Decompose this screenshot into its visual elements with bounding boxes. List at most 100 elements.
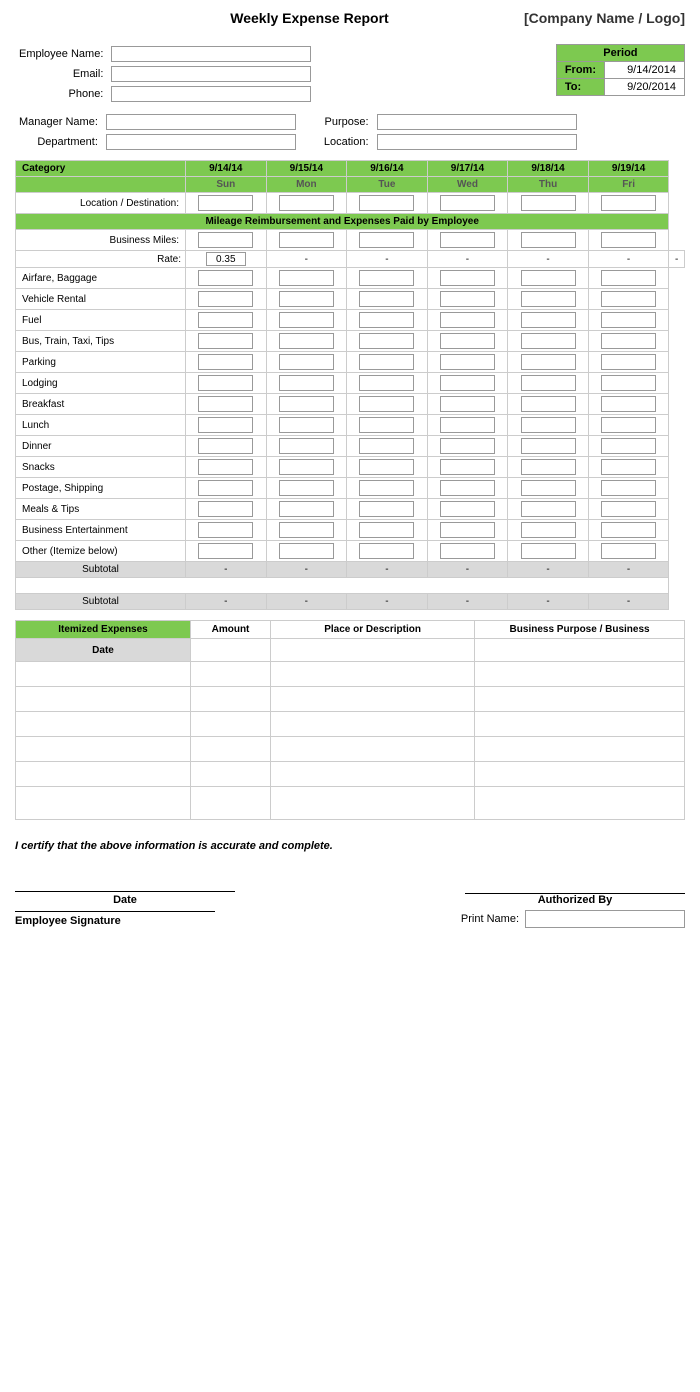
purpose-input[interactable] — [377, 114, 577, 130]
row-label-4: Parking — [16, 352, 186, 373]
subtotal-dash-3: - — [427, 562, 508, 578]
miles-input-2[interactable] — [359, 232, 414, 248]
table-row: Parking — [16, 352, 685, 373]
phone-input[interactable] — [111, 86, 311, 102]
row-label-5: Lodging — [16, 373, 186, 394]
emp-sig-label: Employee Signature — [15, 911, 215, 927]
location-label: Location: — [320, 132, 373, 152]
miles-input-3[interactable] — [440, 232, 495, 248]
table-row: Bus, Train, Taxi, Tips — [16, 331, 685, 352]
signature-line — [15, 862, 235, 892]
itemized-row — [16, 662, 685, 687]
subtotal2-dash-5: - — [588, 594, 669, 610]
location-input-1[interactable] — [279, 195, 334, 211]
miles-input-4[interactable] — [521, 232, 576, 248]
itemized-row — [16, 787, 685, 820]
day-col-2: Tue — [347, 177, 428, 193]
table-row: Postage, Shipping — [16, 478, 685, 499]
location-input-0[interactable] — [198, 195, 253, 211]
subtotal-dash-4: - — [508, 562, 589, 578]
table-row: Airfare, Baggage — [16, 268, 685, 289]
manager-name-label: Manager Name: — [15, 112, 102, 132]
expense-table: Category 9/14/14 9/15/14 9/16/14 9/17/14… — [15, 160, 685, 610]
rate-dash-1: - — [347, 251, 428, 268]
subtotal2-dash-0: - — [186, 594, 267, 610]
subtotal-dash-1: - — [266, 562, 347, 578]
miles-input-5[interactable] — [601, 232, 656, 248]
row-label-1: Vehicle Rental — [16, 289, 186, 310]
date-col-3: 9/17/14 — [427, 161, 508, 177]
itemized-table: Itemized Expenses Amount Place or Descri… — [15, 620, 685, 820]
subtotal2-dash-2: - — [347, 594, 428, 610]
from-value: 9/14/2014 — [605, 62, 685, 79]
row-label-8: Dinner — [16, 436, 186, 457]
business-miles-label: Business Miles: — [16, 230, 186, 251]
subtotal-label-1: Subtotal — [16, 562, 186, 578]
location-input-5[interactable] — [601, 195, 656, 211]
location-cell-5[interactable] — [588, 193, 669, 214]
row-label-13: Other (Itemize below) — [16, 541, 186, 562]
rate-input[interactable] — [206, 252, 246, 266]
business-col-header: Business Purpose / Business — [475, 621, 685, 639]
subtotal2-dash-4: - — [508, 594, 589, 610]
row-label-9: Snacks — [16, 457, 186, 478]
period-label: Period — [556, 45, 684, 62]
mileage-section-header: Mileage Reimbursement and Expenses Paid … — [16, 214, 669, 230]
location-cell-1[interactable] — [266, 193, 347, 214]
authorized-line — [465, 864, 685, 894]
location-cell-0[interactable] — [186, 193, 267, 214]
date-sig-label: Date — [113, 894, 137, 906]
itemized-row — [16, 712, 685, 737]
location-dest-label: Location / Destination: — [16, 193, 186, 214]
rate-dash-3: - — [508, 251, 589, 268]
purpose-label: Purpose: — [320, 112, 373, 132]
date-col-4: 9/18/14 — [508, 161, 589, 177]
location-input-2[interactable] — [359, 195, 414, 211]
print-name-input[interactable] — [525, 910, 685, 928]
rate-dash-0: - — [266, 251, 347, 268]
table-row: Snacks — [16, 457, 685, 478]
itemized-row — [16, 762, 685, 787]
manager-name-input[interactable] — [106, 114, 296, 130]
location-cell-4[interactable] — [508, 193, 589, 214]
table-row: Other (Itemize below) — [16, 541, 685, 562]
location-input-4[interactable] — [521, 195, 576, 211]
table-row: Meals & Tips — [16, 499, 685, 520]
table-row: Fuel — [16, 310, 685, 331]
day-col-1: Mon — [266, 177, 347, 193]
date-col-2: 9/16/14 — [347, 161, 428, 177]
email-label: Email: — [15, 64, 107, 84]
rate-dash-2: - — [427, 251, 508, 268]
date-col-0: 9/14/14 — [186, 161, 267, 177]
to-label: To: — [556, 79, 604, 96]
location-input[interactable] — [377, 134, 577, 150]
itemized-row — [16, 687, 685, 712]
table-row: Lodging — [16, 373, 685, 394]
date-col-header: Date — [16, 639, 191, 662]
location-cell-3[interactable] — [427, 193, 508, 214]
day-col-0: Sun — [186, 177, 267, 193]
subtotal-dash-5: - — [588, 562, 669, 578]
day-col-3: Wed — [427, 177, 508, 193]
miles-input-0[interactable] — [198, 232, 253, 248]
table-row: Business Entertainment — [16, 520, 685, 541]
amount-col-header: Amount — [191, 621, 271, 639]
category-col-header: Category — [16, 161, 186, 177]
row-label-0: Airfare, Baggage — [16, 268, 186, 289]
dept-input[interactable] — [106, 134, 296, 150]
employee-name-input[interactable] — [111, 46, 311, 62]
rate-dash-4: - — [588, 251, 669, 268]
miles-input-1[interactable] — [279, 232, 334, 248]
date-col-5: 9/19/14 — [588, 161, 669, 177]
subtotal2-dash-3: - — [427, 594, 508, 610]
company-name: [Company Name / Logo] — [524, 10, 685, 26]
print-name-label: Print Name: — [461, 913, 519, 925]
row-label-11: Meals & Tips — [16, 499, 186, 520]
location-input-3[interactable] — [440, 195, 495, 211]
email-input[interactable] — [111, 66, 311, 82]
subtotal-label-2: Subtotal — [16, 594, 186, 610]
location-cell-2[interactable] — [347, 193, 428, 214]
row-label-12: Business Entertainment — [16, 520, 186, 541]
row-label-2: Fuel — [16, 310, 186, 331]
table-row: Vehicle Rental — [16, 289, 685, 310]
